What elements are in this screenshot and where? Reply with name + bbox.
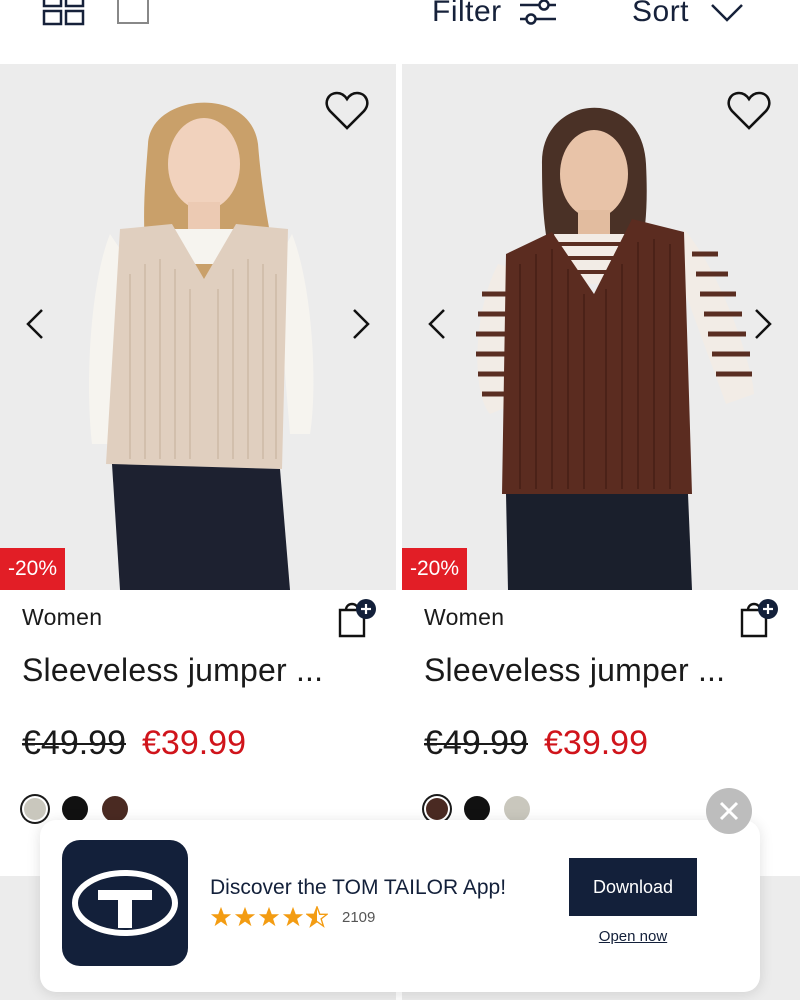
star-icon [210, 906, 232, 927]
sale-price: €39.99 [142, 724, 246, 762]
color-swatch[interactable] [426, 798, 448, 820]
product-price: €49.99 €39.99 [424, 724, 648, 763]
chevron-down-icon [711, 4, 743, 22]
chevron-left-icon[interactable] [22, 306, 46, 342]
filter-label: Filter [432, 0, 502, 28]
download-button[interactable]: Download [569, 858, 697, 916]
product-price: €49.99 €39.99 [22, 724, 246, 763]
product-photo-brown-vest [402, 64, 798, 590]
open-now-link[interactable]: Open now [569, 928, 697, 945]
star-half-icon [306, 906, 328, 928]
filter-button[interactable]: Filter [432, 0, 558, 32]
tom-tailor-logo-icon [62, 840, 188, 966]
chevron-right-icon[interactable] [350, 306, 374, 342]
heart-icon[interactable] [726, 90, 772, 132]
color-swatch[interactable] [464, 796, 490, 822]
star-icon [234, 906, 256, 927]
app-rating: 2109 [210, 906, 375, 928]
color-swatch[interactable] [24, 798, 46, 820]
color-swatches [424, 796, 530, 822]
product-title[interactable]: Sleeveless jumper ... [22, 652, 323, 689]
product-title[interactable]: Sleeveless jumper ... [424, 652, 725, 689]
close-banner-button[interactable] [706, 788, 752, 834]
color-swatches [22, 796, 128, 822]
discount-badge: -20% [402, 548, 468, 590]
add-to-bag-icon[interactable] [736, 596, 780, 640]
toolbar: Filter Sort [0, 0, 800, 62]
discount-badge: -20% [0, 548, 66, 590]
product-card[interactable]: -20% Women Sleeveless jumper ... €49.99 €… [402, 64, 798, 864]
sale-price: €39.99 [544, 724, 648, 762]
chevron-right-icon[interactable] [752, 306, 776, 342]
chevron-left-icon[interactable] [424, 306, 448, 342]
color-swatch[interactable] [504, 796, 530, 822]
sort-label: Sort [632, 0, 690, 28]
banner-title: Discover the TOM TAILOR App! [210, 876, 507, 899]
original-price: €49.99 [22, 724, 126, 762]
product-category: Women [424, 604, 505, 630]
single-view-icon[interactable] [116, 0, 150, 26]
product-category: Women [22, 604, 103, 630]
color-swatch[interactable] [102, 796, 128, 822]
heart-icon[interactable] [324, 90, 370, 132]
color-swatch[interactable] [62, 796, 88, 822]
rating-count: 2109 [342, 908, 376, 926]
add-to-bag-icon[interactable] [334, 596, 378, 640]
close-icon [719, 801, 739, 821]
product-image[interactable]: -20% [402, 64, 798, 590]
product-card[interactable]: -20% Women Sleeveless jumper ... €49.99 €… [0, 64, 396, 864]
product-photo-beige-vest [0, 64, 396, 590]
sort-button[interactable]: Sort [632, 0, 745, 32]
filter-sliders-icon [519, 0, 556, 25]
star-icon [258, 906, 280, 927]
app-download-banner: Discover the TOM TAILOR App! 2109 Downlo… [40, 820, 760, 992]
product-image[interactable]: -20% [0, 64, 396, 590]
grid-view-icon[interactable] [42, 0, 86, 26]
star-icon [282, 906, 304, 927]
original-price: €49.99 [424, 724, 528, 762]
